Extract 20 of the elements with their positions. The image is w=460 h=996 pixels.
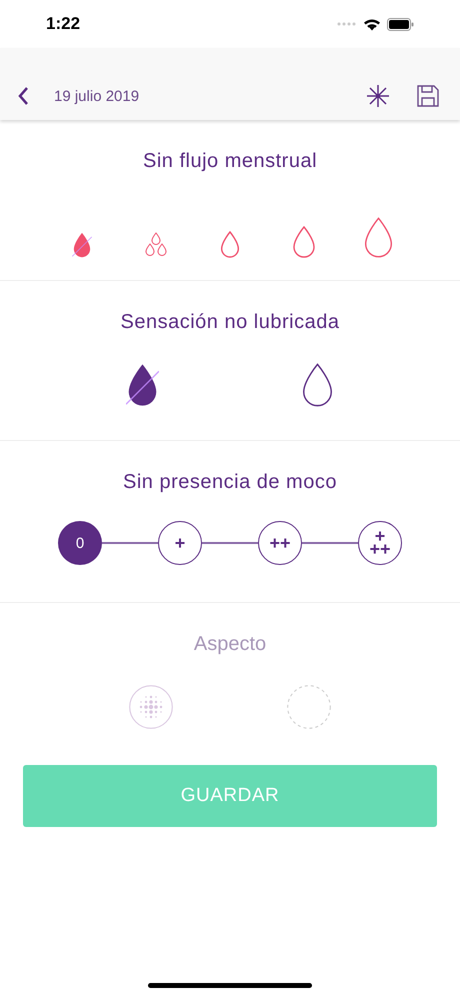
wifi-icon: [363, 18, 381, 30]
signal-icon: [337, 21, 357, 27]
battery-icon: [387, 18, 414, 30]
mucus-level-button[interactable]: 0: [58, 521, 102, 565]
drop-icon[interactable]: [301, 363, 334, 407]
section-title: Sin presencia de moco: [123, 470, 337, 495]
droplets-icon[interactable]: [145, 232, 167, 258]
asterisk-button[interactable]: [366, 84, 390, 108]
crossed-drop-icon[interactable]: [126, 363, 159, 407]
mucus-level-button[interactable]: ++: [258, 521, 302, 565]
date-title: 19 julio 2019: [54, 86, 140, 106]
mucus-level-button[interactable]: +: [158, 521, 202, 565]
dashed-circle-icon: [287, 685, 331, 729]
save-icon-button[interactable]: [416, 84, 440, 108]
section-title: Aspecto: [194, 632, 266, 657]
section-title: Sensación no lubricada: [120, 310, 340, 335]
dotted-texture-icon: [129, 685, 173, 729]
section-title: Sin flujo menstrual: [142, 149, 318, 174]
mucus-level-button[interactable]: + ++: [358, 521, 402, 565]
status-time: 1:22: [46, 13, 80, 36]
